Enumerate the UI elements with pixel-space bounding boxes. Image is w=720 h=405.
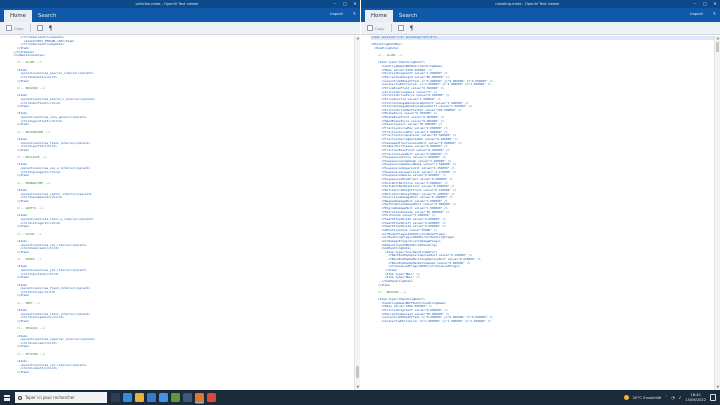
- steam-icon[interactable]: [183, 393, 192, 402]
- scroll-up-icon[interactable]: ▲: [715, 36, 720, 41]
- edit-icon[interactable]: ✎: [713, 10, 716, 18]
- tab-search[interactable]: Search: [393, 10, 424, 22]
- left-window-title: vehicles.meta - OpenIV Text viewer: [135, 2, 199, 6]
- code-line: <vecInertiaMultiplier x="1.000000" y="1.…: [371, 318, 492, 323]
- left-textviewer-window: vehicles.meta - OpenIV Text viewer – □ ✕…: [0, 0, 360, 390]
- copy-label: Copy: [375, 25, 385, 31]
- maximize-icon[interactable]: □: [700, 0, 710, 8]
- explorer-icon[interactable]: [135, 393, 144, 402]
- weather-icon[interactable]: [623, 395, 629, 400]
- copy-icon: [367, 25, 373, 31]
- right-vertical-scrollbar[interactable]: ▲ ▼: [714, 36, 720, 390]
- left-text-editor[interactable]: </firstPersonDrivebyData> <Item>FIRST_PE…: [0, 36, 354, 390]
- scroll-up-icon[interactable]: ▲: [355, 36, 360, 41]
- copy-button[interactable]: Copy: [367, 25, 385, 31]
- right-text-editor[interactable]: <?xml version="1.0" encoding="UTF-8"?> <C…: [361, 36, 714, 390]
- copy-button[interactable]: Copy: [6, 25, 24, 31]
- import-button[interactable]: Import: [690, 10, 703, 18]
- right-ribbon-tabs: Home Search Import ✎: [361, 8, 720, 22]
- store-icon[interactable]: [147, 393, 156, 402]
- left-vertical-scrollbar[interactable]: ▲ ▼: [354, 36, 360, 390]
- copy-icon: [6, 25, 12, 31]
- right-textviewer-window: handling.meta - OpenIV Text viewer – □ ✕…: [361, 0, 720, 390]
- toolbar-divider: [390, 24, 392, 32]
- task-view-icon[interactable]: [111, 393, 120, 402]
- right-titlebar[interactable]: handling.meta - OpenIV Text viewer – □ ✕: [361, 0, 720, 8]
- start-button[interactable]: [0, 390, 14, 405]
- chrome-icon[interactable]: [207, 393, 216, 402]
- right-ribbon-toolbar: Copy ¶: [361, 22, 720, 35]
- left-ribbon-tabs: Home Search Import ✎: [0, 8, 360, 22]
- import-button[interactable]: Import: [330, 10, 343, 18]
- edit-icon[interactable]: ✎: [353, 10, 356, 18]
- paragraph-icon: ¶: [409, 24, 414, 32]
- find-icon: [36, 25, 43, 31]
- notification-icon[interactable]: [710, 394, 716, 401]
- tab-home[interactable]: Home: [4, 10, 32, 22]
- minimize-icon[interactable]: –: [690, 0, 700, 8]
- taskbar: Taper ici pour rechercher 20°C Ensoleill…: [0, 390, 720, 405]
- taskbar-search-box[interactable]: Taper ici pour rechercher: [15, 392, 107, 403]
- clock-date: 15/06/2022: [685, 397, 706, 402]
- network-icon[interactable]: ◔: [671, 395, 675, 400]
- minecraft-icon[interactable]: [171, 393, 180, 402]
- volume-icon[interactable]: ♪: [679, 395, 682, 400]
- chevron-up-icon[interactable]: ˄: [665, 395, 667, 400]
- find-icon: [397, 25, 404, 31]
- find-button[interactable]: [36, 25, 43, 31]
- weather-text[interactable]: 20°C Ensoleillé: [633, 395, 662, 400]
- system-tray: 20°C Ensoleillé ˄ ◔ ♪ 18:42 15/06/2022: [623, 393, 720, 402]
- minimize-icon[interactable]: –: [330, 0, 340, 8]
- paragraph-button[interactable]: ¶: [410, 25, 414, 32]
- search-placeholder: Taper ici pour rechercher: [25, 395, 75, 400]
- search-icon: [18, 395, 22, 400]
- right-scroll-thumb[interactable]: [716, 42, 719, 52]
- close-icon[interactable]: ✕: [350, 0, 360, 8]
- openiv-icon[interactable]: [195, 393, 204, 402]
- left-ribbon-toolbar: Copy ¶: [0, 22, 360, 35]
- left-titlebar[interactable]: vehicles.meta - OpenIV Text viewer – □ ✕: [0, 0, 360, 8]
- paragraph-icon: ¶: [48, 24, 53, 32]
- edge-icon[interactable]: [123, 393, 132, 402]
- tab-search[interactable]: Search: [32, 10, 63, 22]
- paragraph-button[interactable]: ¶: [49, 25, 53, 32]
- close-icon[interactable]: ✕: [710, 0, 720, 8]
- left-scroll-thumb[interactable]: [356, 366, 359, 378]
- windows-logo-icon: [4, 394, 10, 401]
- copy-label: Copy: [14, 25, 24, 31]
- taskbar-pinned-apps: [111, 393, 216, 402]
- toolbar-divider: [29, 24, 31, 32]
- clock[interactable]: 18:42 15/06/2022: [685, 393, 706, 402]
- find-button[interactable]: [397, 25, 404, 31]
- desktop: vehicles.meta - OpenIV Text viewer – □ ✕…: [0, 0, 720, 405]
- maximize-icon[interactable]: □: [340, 0, 350, 8]
- mail-icon[interactable]: [159, 393, 168, 402]
- tab-home[interactable]: Home: [365, 10, 393, 22]
- right-window-title: handling.meta - OpenIV Text viewer: [495, 2, 560, 6]
